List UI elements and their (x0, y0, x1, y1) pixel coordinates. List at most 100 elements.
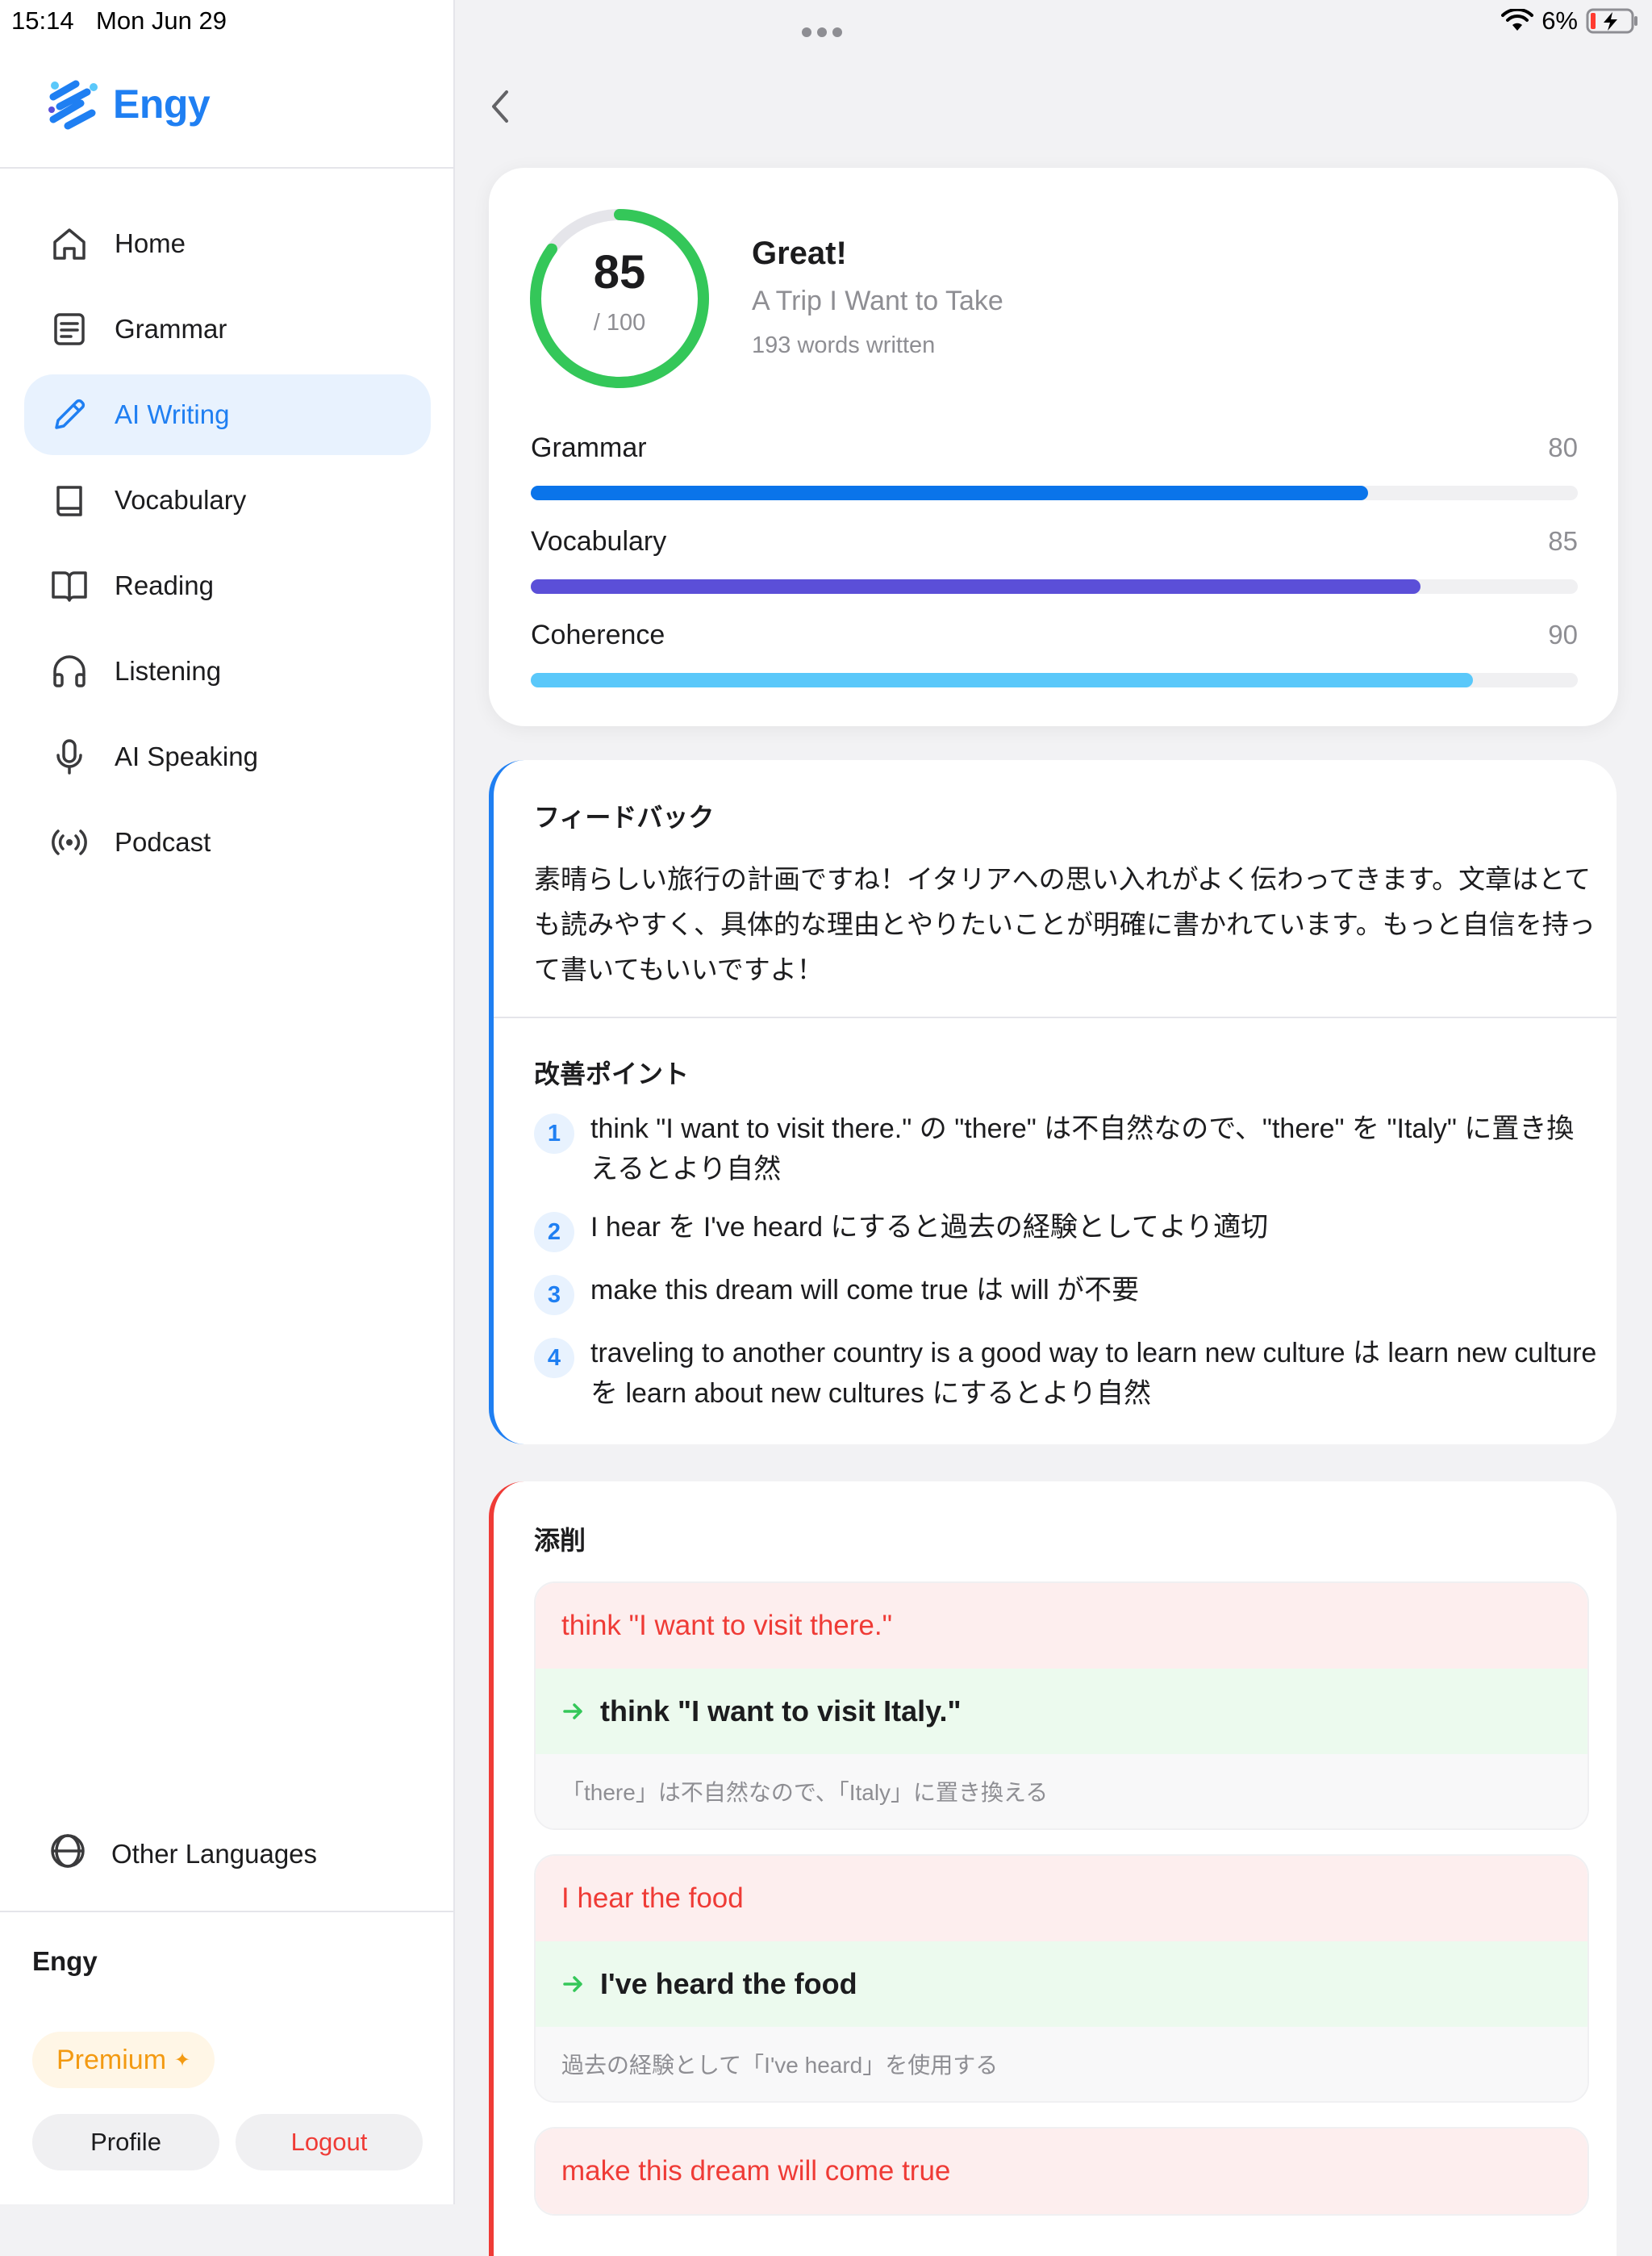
sidebar-item-reading[interactable]: Reading (24, 545, 431, 626)
premium-badge[interactable]: Premium ✦ (32, 2032, 215, 2088)
arrow-right-icon (563, 1976, 582, 1992)
arrow-right-icon (563, 1703, 582, 1719)
feedback-text: 素晴らしい旅行の計画ですね！イタリアへの思い入れがよく伝わってきます。文章はとて… (534, 864, 1596, 984)
list-item: 1 think "I want to visit there." の "ther… (534, 1109, 1599, 1189)
battery-percent: 6% (1541, 6, 1578, 35)
corrected-row: I've heard the food (536, 1941, 1587, 2027)
broadcast-icon (48, 821, 90, 863)
corrected-row: think "I want to visit Italy." (536, 1669, 1587, 1754)
metric-coherence: Coherence 90 (531, 620, 1578, 687)
sidebar-item-home[interactable]: Home (24, 203, 431, 284)
sidebar-divider (0, 1911, 455, 1912)
corrected-text: think "I want to visit Italy." (600, 1694, 962, 1728)
correction-item: I hear the food I've heard the food 過去の経… (534, 1854, 1589, 2103)
sidebar-item-vocabulary[interactable]: Vocabulary (24, 460, 431, 541)
list-item: 3 make this dream will come true は will … (534, 1270, 1599, 1315)
word-count: 193 words written (752, 332, 936, 358)
metric-label: Coherence (531, 620, 665, 650)
user-name: Engy (32, 1946, 98, 1976)
book-icon (48, 479, 90, 521)
original-text: I hear the food (536, 1856, 1587, 1941)
score-headline: Great! (752, 236, 847, 271)
sidebar-item-listening[interactable]: Listening (24, 631, 431, 712)
metric-value: 85 (1548, 526, 1578, 556)
metric-fill (531, 673, 1474, 687)
original-text: make this dream will come true (536, 2129, 1587, 2214)
metric-track (531, 486, 1578, 500)
metric-track (531, 673, 1578, 687)
score-value: 85 (593, 246, 646, 299)
item-text: think "I want to visit there." の "there"… (590, 1113, 1575, 1184)
list-item: 4 traveling to another country is a good… (534, 1333, 1599, 1414)
status-date: Mon Jun 29 (96, 6, 227, 35)
status-bar: 15:14 Mon Jun 29 6% (0, 0, 1652, 40)
metric-fill (531, 486, 1369, 500)
original-text: think "I want to visit there." (536, 1583, 1587, 1669)
score-max: / 100 (593, 310, 646, 336)
improvement-title: 改善ポイント (534, 1059, 690, 1088)
improvement-list: 1 think "I want to visit there." の "ther… (534, 1109, 1599, 1431)
item-text: make this dream will come true は will が不… (590, 1275, 1140, 1306)
metric-vocabulary: Vocabulary 85 (531, 526, 1578, 594)
sidebar-item-ai-writing[interactable]: AI Writing (24, 374, 431, 455)
sidebar-item-grammar[interactable]: Grammar (24, 289, 431, 370)
correction-item: think "I want to visit there." think "I … (534, 1581, 1589, 1830)
list-item: 2 I hear を I've heard にすると過去の経験としてより適切 (534, 1207, 1599, 1252)
other-languages-button[interactable]: Other Languages (48, 1832, 317, 1877)
correction-note: 「there」は不自然なので、「Italy」に置き換える (536, 1754, 1587, 1828)
wifi-icon (1501, 9, 1534, 31)
feedback-card: フィードバック 素晴らしい旅行の計画ですね！イタリアへの思い入れがよく伝わってき… (489, 760, 1617, 1444)
corrections-card: 添削 think "I want to visit there." think … (489, 1481, 1617, 2256)
microphone-icon (48, 736, 90, 778)
home-icon (48, 223, 90, 265)
item-text: I hear を I've heard にすると過去の経験としてより適切 (590, 1212, 1269, 1243)
logout-button[interactable]: Logout (236, 2114, 423, 2170)
item-number: 3 (534, 1275, 574, 1315)
profile-button[interactable]: Profile (32, 2114, 219, 2170)
sidebar-item-ai-speaking[interactable]: AI Speaking (24, 716, 431, 797)
sidebar-item-label: Listening (115, 656, 222, 686)
metric-fill (531, 579, 1421, 594)
corrections-title: 添削 (534, 1526, 586, 1555)
item-number: 1 (534, 1113, 574, 1154)
sidebar-nav: Home Grammar AI Writing Vocabulary Readi… (24, 203, 431, 888)
sidebar-item-label: Grammar (115, 314, 227, 344)
sidebar: Engy Home Grammar AI Writing Vocabulary (0, 0, 455, 2204)
correction-item: make this dream will come true (534, 2127, 1589, 2216)
app-logo[interactable]: Engy (45, 77, 211, 131)
sparkle-icon: ✦ (174, 2049, 191, 2071)
sidebar-divider (0, 167, 455, 169)
feedback-title: フィードバック (534, 803, 715, 832)
premium-label: Premium (56, 2044, 167, 2075)
metric-track (531, 579, 1578, 594)
sidebar-item-label: Podcast (115, 827, 211, 857)
corrected-text: I've heard the food (600, 1967, 857, 2000)
battery-charging-icon (1586, 8, 1637, 34)
metric-label: Grammar (531, 432, 647, 463)
item-number: 2 (534, 1212, 574, 1252)
back-chevron-icon[interactable] (487, 87, 511, 126)
engy-logo-icon (48, 80, 98, 130)
metric-value: 90 (1548, 620, 1578, 650)
sidebar-item-label: AI Speaking (115, 742, 258, 771)
feedback-divider (494, 1017, 1617, 1018)
sidebar-item-label: Reading (115, 570, 214, 600)
pencil-icon (48, 394, 90, 436)
item-number: 4 (534, 1338, 574, 1378)
score-card: 85 / 100 Great! A Trip I Want to Take 19… (489, 168, 1618, 726)
sidebar-item-label: AI Writing (115, 399, 230, 429)
correction-note: 過去の経験として「I've heard」を使用する (536, 2027, 1587, 2101)
document-icon (48, 308, 90, 350)
essay-topic: A Trip I Want to Take (752, 286, 1003, 316)
headphones-icon (48, 650, 90, 692)
metric-label: Vocabulary (531, 526, 667, 557)
globe-icon (48, 1832, 87, 1877)
open-book-icon (48, 565, 90, 607)
sidebar-item-podcast[interactable]: Podcast (24, 802, 431, 883)
app-name: Engy (113, 81, 211, 127)
multitasking-dots-icon[interactable] (802, 15, 850, 37)
metric-value: 80 (1548, 432, 1578, 462)
metric-grammar: Grammar 80 (531, 432, 1578, 500)
sidebar-item-label: Home (115, 228, 186, 258)
status-time: 15:14 (11, 6, 74, 35)
